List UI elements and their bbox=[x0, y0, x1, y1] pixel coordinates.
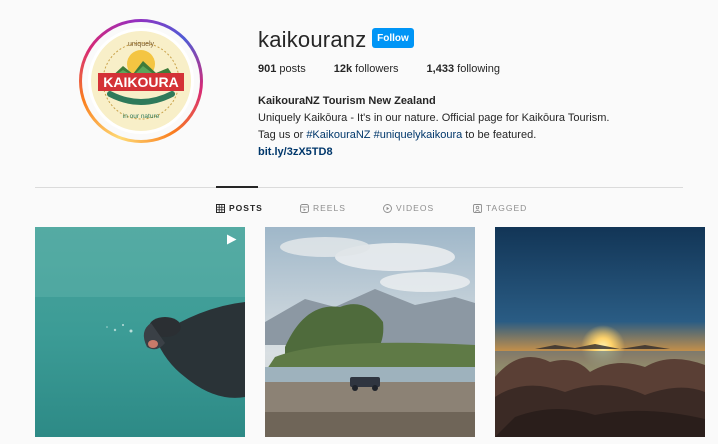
follow-button[interactable]: Follow bbox=[372, 28, 414, 48]
play-circle-icon bbox=[383, 203, 392, 213]
svg-text:uniquely: uniquely bbox=[128, 41, 155, 48]
tab-videos-label: VIDEOS bbox=[396, 203, 435, 213]
bio-line2-suffix: to be featured. bbox=[462, 129, 537, 141]
hashtag-uniquelykaikoura[interactable]: #uniquelykaikoura bbox=[374, 129, 463, 141]
tabs-divider bbox=[35, 187, 683, 188]
following-stat[interactable]: 1,433 following bbox=[427, 63, 500, 75]
post-tile-river[interactable] bbox=[265, 227, 475, 437]
active-tab-indicator bbox=[216, 186, 258, 188]
following-label: following bbox=[457, 63, 500, 75]
tab-tagged-label: TAGGED bbox=[486, 203, 528, 213]
bio-line2-prefix: Tag us or bbox=[258, 129, 307, 141]
sunset-image bbox=[495, 227, 705, 437]
profile-stats: 901 posts 12k followers 1,433 following bbox=[258, 63, 528, 75]
tab-videos[interactable]: VIDEOS bbox=[383, 203, 434, 213]
svg-text:KAIKOURA: KAIKOURA bbox=[103, 74, 178, 90]
tagged-icon bbox=[473, 203, 482, 213]
bio-name: KaikouraNZ Tourism New Zealand bbox=[258, 95, 436, 107]
tab-reels[interactable]: REELS bbox=[300, 203, 346, 213]
followers-stat[interactable]: 12k followers bbox=[334, 63, 399, 75]
tab-posts[interactable]: POSTS bbox=[216, 203, 263, 213]
bio-line2: Tag us or #KaikouraNZ #uniquelykaikoura … bbox=[258, 127, 678, 144]
bio-line1: Uniquely Kaikōura - It's in our nature. … bbox=[258, 112, 610, 124]
posts-grid bbox=[0, 227, 718, 444]
followers-count: 12k bbox=[333, 63, 353, 75]
post-tile-underwater[interactable] bbox=[35, 227, 245, 437]
reel-play-icon bbox=[227, 234, 237, 245]
username: kaikouranz bbox=[258, 27, 367, 52]
post-tile-sunset[interactable] bbox=[495, 227, 705, 437]
underwater-image bbox=[35, 227, 245, 437]
tab-reels-label: REELS bbox=[313, 203, 346, 213]
kaikoura-logo: KAIKOURA uniquely in our nature bbox=[88, 28, 194, 134]
posts-label: posts bbox=[279, 63, 306, 75]
profile-tabs: POSTS REELS VIDEOS TAGGED bbox=[0, 203, 718, 217]
bio-link[interactable]: bit.ly/3zX5TD8 bbox=[258, 144, 678, 161]
hashtag-kaikouranz[interactable]: #KaikouraNZ bbox=[306, 129, 370, 141]
tab-tagged[interactable]: TAGGED bbox=[473, 203, 527, 213]
svg-text:in our nature: in our nature bbox=[123, 113, 160, 120]
profile-header: KAIKOURA uniquely in our nature kaikoura… bbox=[0, 0, 718, 180]
river-landscape-image bbox=[265, 227, 475, 437]
profile-bio: KaikouraNZ Tourism New Zealand Uniquely … bbox=[258, 93, 678, 161]
following-count: 1,433 bbox=[426, 63, 455, 75]
avatar[interactable]: KAIKOURA uniquely in our nature bbox=[79, 19, 203, 143]
posts-stat[interactable]: 901 posts bbox=[258, 63, 306, 75]
reels-icon bbox=[300, 203, 309, 213]
followers-label: followers bbox=[355, 63, 399, 75]
posts-count: 901 bbox=[258, 63, 277, 75]
tab-posts-label: POSTS bbox=[229, 203, 263, 213]
grid-icon bbox=[216, 203, 225, 213]
